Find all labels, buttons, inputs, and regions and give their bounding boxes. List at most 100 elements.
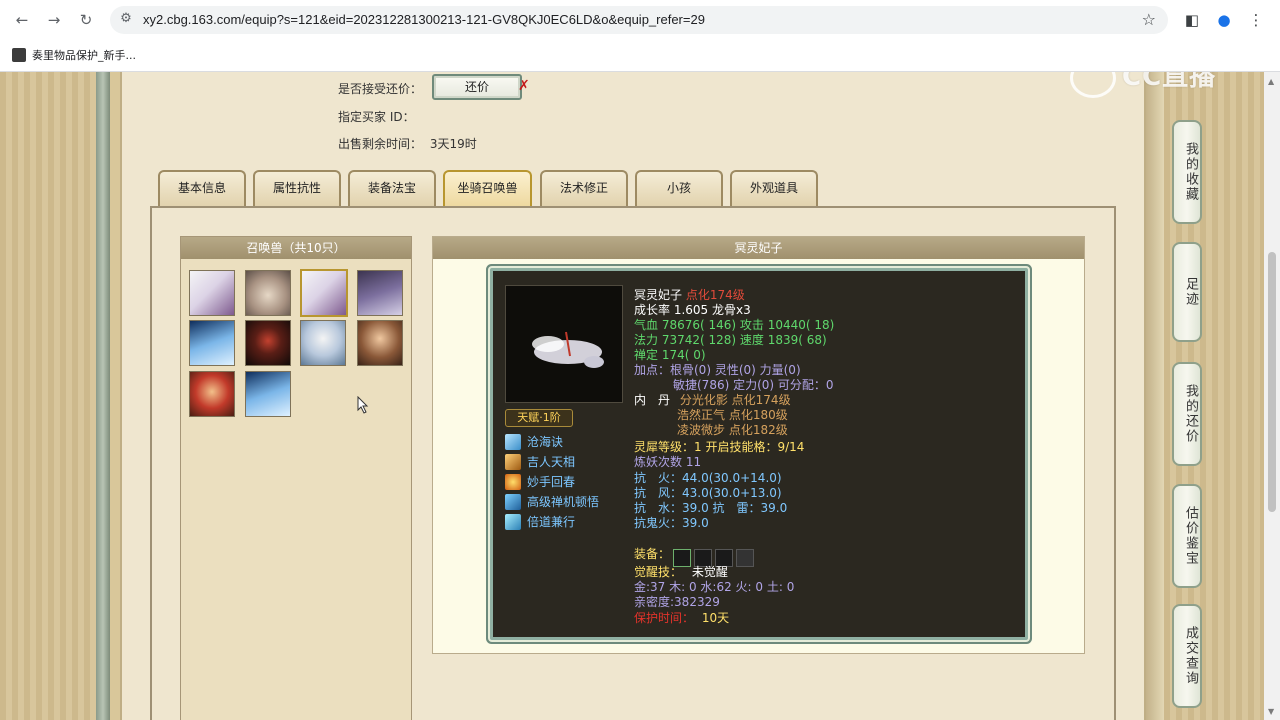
url-text[interactable]: xy2.cbg.163.com/equip?s=121&eid=20231228… bbox=[143, 12, 705, 27]
mouse-cursor-icon bbox=[357, 396, 369, 414]
pet-detail-title: 冥灵妃子 bbox=[433, 237, 1084, 259]
neidan-label: 内 丹 bbox=[634, 393, 671, 407]
time-value: 3天19时 bbox=[429, 137, 477, 151]
site-info-icon[interactable]: ⚙ bbox=[118, 11, 134, 27]
protect-value: 10天 bbox=[701, 611, 730, 625]
res-water-line: 抗 水：39.0 抗 雷：39.0 bbox=[634, 501, 788, 515]
scroll-up-icon[interactable]: ▲ bbox=[1268, 78, 1276, 86]
pet-thumb-8[interactable] bbox=[357, 320, 403, 366]
skill-label[interactable]: 沧海诀 bbox=[527, 433, 563, 450]
pet-thumb-6[interactable] bbox=[245, 320, 291, 366]
close-icon[interactable]: ✗ bbox=[518, 78, 530, 94]
tab-appearance[interactable]: 外观道具 bbox=[730, 170, 818, 206]
awaken-value: 未觉醒 bbox=[691, 565, 728, 579]
tab-children[interactable]: 小孩 bbox=[635, 170, 723, 206]
left-scroll-rod bbox=[96, 72, 110, 720]
neidan-3: 凌波微步 点化182级 bbox=[677, 423, 788, 437]
awaken-line: 觉醒技： 未觉醒 bbox=[634, 565, 728, 580]
skill-icon bbox=[505, 433, 521, 450]
skill-item[interactable]: 高级禅机顿悟 bbox=[505, 493, 599, 510]
pet-portrait-art bbox=[532, 331, 604, 368]
time-label: 出售剩余时间： bbox=[338, 137, 423, 151]
equip-slot-4-icon[interactable] bbox=[736, 549, 754, 567]
page: ▲ ▼ CC直播 是否接受还价： 还价 ✗ 指定买家 ID： 出售剩余时间： 3… bbox=[0, 72, 1280, 720]
bookmark-favicon-icon bbox=[12, 48, 26, 62]
skill-item[interactable]: 倍道兼行 bbox=[505, 513, 575, 530]
stream-watermark: CC直播 bbox=[1070, 72, 1216, 98]
protect-label: 保护时间： bbox=[634, 611, 695, 625]
pet-thumb-1[interactable] bbox=[189, 270, 235, 316]
skill-icon bbox=[505, 473, 521, 490]
skill-label[interactable]: 妙手回春 bbox=[527, 473, 575, 490]
bookmark-star-icon[interactable]: ☆ bbox=[1142, 11, 1156, 29]
res-fire-line: 抗 火：44.0(30.0+14.0) bbox=[634, 471, 782, 485]
time-row: 出售剩余时间： 3天19时 bbox=[338, 135, 477, 152]
back-icon[interactable]: ← bbox=[12, 10, 32, 30]
pet-level: 点化174级 bbox=[685, 288, 745, 302]
mp-speed-line: 法力 73742( 128) 速度 1839( 68) bbox=[634, 333, 827, 347]
tab-spell-correction[interactable]: 法术修正 bbox=[540, 170, 628, 206]
accept-counter-row: 是否接受还价： bbox=[338, 80, 422, 97]
pet-portrait bbox=[505, 285, 623, 403]
pet-thumb-4[interactable] bbox=[357, 270, 403, 316]
side-panel-icon[interactable]: ◧ bbox=[1182, 10, 1202, 30]
footprint-button[interactable]: 足迹 bbox=[1172, 242, 1202, 342]
talent-badge: 天赋·1阶 bbox=[505, 409, 573, 427]
profile-icon[interactable]: ● bbox=[1214, 10, 1234, 30]
bookmarks-bar: 奏里物品保护_新手... bbox=[0, 40, 1280, 72]
skill-label[interactable]: 吉人天相 bbox=[527, 453, 575, 470]
tab-mounts-pets[interactable]: 坐骑召唤兽 bbox=[443, 170, 532, 206]
intimacy-line: 亲密度:382329 bbox=[634, 595, 720, 609]
pet-list-title: 召唤兽（共10只） bbox=[181, 237, 411, 259]
hp-attack-line: 气血 78676( 146) 攻击 10440( 18) bbox=[634, 318, 835, 332]
skill-item[interactable]: 妙手回春 bbox=[505, 473, 575, 490]
tab-equipment[interactable]: 装备法宝 bbox=[348, 170, 436, 206]
skill-item[interactable]: 沧海诀 bbox=[505, 433, 563, 450]
deal-query-button[interactable]: 成交查询 bbox=[1172, 604, 1202, 708]
pet-thumb-5[interactable] bbox=[189, 320, 235, 366]
skill-item[interactable]: 吉人天相 bbox=[505, 453, 575, 470]
scrollbar-thumb[interactable] bbox=[1268, 252, 1276, 512]
address-bar[interactable]: ⚙ xy2.cbg.163.com/equip?s=121&eid=202312… bbox=[110, 6, 1168, 34]
protect-line: 保护时间： 10天 bbox=[634, 611, 729, 626]
skill-icon bbox=[505, 453, 521, 470]
scroll-down-icon[interactable]: ▼ bbox=[1268, 708, 1276, 716]
equip-label: 装备： bbox=[634, 547, 671, 561]
points-line-2: 敏捷(786) 定力(0) 可分配：0 bbox=[673, 378, 834, 392]
lingxi-line: 灵犀等级：1 开启技能格：9/14 bbox=[634, 440, 805, 454]
pet-thumb-10[interactable] bbox=[245, 371, 291, 417]
skill-icon bbox=[505, 493, 521, 510]
bookmark-label[interactable]: 奏里物品保护_新手... bbox=[32, 47, 136, 63]
pet-thumb-9[interactable] bbox=[189, 371, 235, 417]
forward-icon[interactable]: → bbox=[44, 10, 64, 30]
skill-label[interactable]: 倍道兼行 bbox=[527, 513, 575, 530]
my-favorites-button[interactable]: 我的收藏 bbox=[1172, 120, 1202, 224]
zen-line: 禅定 174( 0) bbox=[634, 348, 706, 362]
page-scrollbar[interactable]: ▲ ▼ bbox=[1264, 72, 1280, 720]
points-line-1: 加点：根骨(0) 灵性(0) 力量(0) bbox=[634, 363, 801, 377]
menu-icon[interactable]: ⋮ bbox=[1246, 10, 1266, 30]
pet-thumb-2[interactable] bbox=[245, 270, 291, 316]
appraisal-button[interactable]: 估价鉴宝 bbox=[1172, 484, 1202, 588]
tab-basic-info[interactable]: 基本信息 bbox=[158, 170, 246, 206]
pet-thumb-7[interactable] bbox=[300, 320, 346, 366]
reload-icon[interactable]: ↻ bbox=[76, 10, 96, 30]
elements-line: 金:37 木: 0 水:62 火: 0 土: 0 bbox=[634, 580, 795, 594]
watermark-logo-icon bbox=[1070, 72, 1116, 98]
neidan-2: 浩然正气 点化180级 bbox=[677, 408, 788, 422]
my-counter-offers-button[interactable]: 我的还价 bbox=[1172, 362, 1202, 466]
left-decoration bbox=[0, 72, 100, 720]
lianyao-line: 炼妖次数 11 bbox=[634, 455, 702, 469]
skill-label[interactable]: 高级禅机顿悟 bbox=[527, 493, 599, 510]
tab-attributes[interactable]: 属性抗性 bbox=[253, 170, 341, 206]
buyer-label: 指定买家 ID： bbox=[338, 110, 415, 124]
bookmark-item[interactable]: 奏里物品保护_新手... bbox=[12, 47, 136, 63]
pet-thumb-3-selected[interactable] bbox=[300, 269, 348, 317]
awaken-label: 觉醒技： bbox=[634, 565, 683, 579]
counter-offer-button[interactable]: 还价 bbox=[432, 74, 522, 100]
browser-chrome: ← → ↻ ⚙ xy2.cbg.163.com/equip?s=121&eid=… bbox=[0, 0, 1280, 72]
pet-name-line: 冥灵妃子 点化174级 bbox=[634, 288, 745, 303]
pet-name: 冥灵妃子 bbox=[634, 288, 683, 302]
toolbar: ← → ↻ ⚙ xy2.cbg.163.com/equip?s=121&eid=… bbox=[0, 0, 1280, 40]
res-ghost-line: 抗鬼火：39.0 bbox=[634, 516, 709, 530]
